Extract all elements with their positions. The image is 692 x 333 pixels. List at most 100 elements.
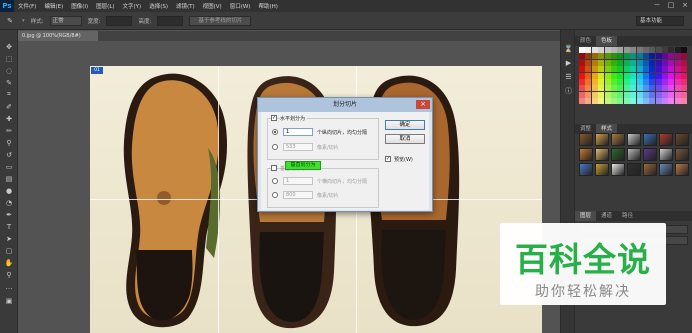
color-swatch[interactable] (649, 85, 656, 92)
color-swatch[interactable] (681, 91, 688, 98)
color-swatch[interactable] (636, 85, 643, 92)
menu-layer[interactable]: 图层(L) (92, 2, 118, 10)
color-swatch[interactable] (604, 85, 611, 92)
menu-edit[interactable]: 编辑(E) (40, 2, 67, 10)
width-field[interactable] (106, 15, 133, 26)
ok-button[interactable]: 确定 (385, 120, 425, 130)
color-swatch[interactable] (630, 59, 637, 66)
maximize-button[interactable]: □ (666, 1, 676, 10)
color-swatch[interactable] (630, 47, 637, 53)
color-swatch[interactable] (591, 98, 598, 105)
color-swatch[interactable] (674, 85, 681, 92)
color-swatch[interactable] (630, 66, 637, 73)
color-swatch[interactable] (623, 85, 630, 92)
actions-panel-icon[interactable]: ▶ (563, 58, 574, 68)
info-panel-icon[interactable]: ⓘ (563, 86, 574, 96)
color-swatch[interactable] (642, 59, 649, 66)
vertical-pixels-input[interactable]: 800 (283, 191, 313, 199)
color-swatch[interactable] (662, 72, 669, 79)
color-swatch[interactable] (642, 47, 649, 53)
history-panel-icon[interactable]: ⌛ (563, 44, 574, 54)
color-swatch[interactable] (598, 98, 605, 105)
color-swatch[interactable] (591, 91, 598, 98)
color-swatch[interactable] (630, 85, 637, 92)
color-swatch[interactable] (585, 85, 592, 92)
tab-paths[interactable]: 路径 (617, 211, 638, 221)
height-field[interactable] (157, 15, 184, 26)
color-swatch[interactable] (649, 78, 656, 85)
color-swatch[interactable] (579, 47, 585, 53)
color-swatch[interactable] (636, 47, 643, 53)
color-swatch[interactable] (610, 53, 617, 60)
menu-select[interactable]: 选择(S) (145, 2, 172, 10)
color-swatch[interactable] (662, 78, 669, 85)
shape-tool-icon[interactable]: ▢ (3, 246, 15, 255)
style-preset[interactable] (675, 148, 689, 161)
color-swatch[interactable] (681, 85, 688, 92)
color-swatch[interactable] (617, 66, 624, 73)
color-swatch[interactable] (649, 98, 656, 105)
horizontal-pixels-radio[interactable] (272, 144, 278, 150)
cancel-button[interactable]: 取消 (385, 134, 425, 144)
dialog-close-button[interactable]: × (416, 100, 430, 109)
text-tool-icon[interactable]: T (3, 222, 15, 231)
dodge-tool-icon[interactable]: ◔ (3, 198, 15, 207)
color-swatch[interactable] (655, 72, 662, 79)
style-preset[interactable] (595, 163, 609, 176)
color-swatch[interactable] (636, 98, 643, 105)
color-swatch[interactable] (681, 78, 688, 85)
color-swatch[interactable] (662, 91, 669, 98)
color-swatch[interactable] (579, 53, 585, 60)
color-swatch[interactable] (655, 47, 662, 53)
color-swatch[interactable] (579, 85, 585, 92)
color-swatch[interactable] (623, 59, 630, 66)
pen-tool-icon[interactable]: ✒ (3, 210, 15, 219)
style-preset[interactable] (579, 148, 593, 161)
color-swatch[interactable] (598, 59, 605, 66)
color-swatch[interactable] (681, 59, 688, 66)
color-swatch[interactable] (617, 91, 624, 98)
color-swatch[interactable] (591, 59, 598, 66)
close-button[interactable]: × (680, 1, 690, 10)
color-swatch[interactable] (630, 78, 637, 85)
style-select[interactable]: 正常 (49, 15, 82, 26)
style-preset[interactable] (611, 133, 625, 146)
color-swatch[interactable] (636, 66, 643, 73)
color-swatch[interactable] (649, 59, 656, 66)
color-swatch[interactable] (655, 53, 662, 60)
brush-tool-icon[interactable]: ✏ (3, 126, 15, 135)
color-swatch[interactable] (681, 66, 688, 73)
color-swatch[interactable] (674, 72, 681, 79)
color-swatch[interactable] (668, 85, 675, 92)
color-swatch[interactable] (636, 91, 643, 98)
color-swatch[interactable] (623, 47, 630, 53)
color-swatch[interactable] (642, 85, 649, 92)
style-preset[interactable] (659, 163, 673, 176)
marquee-tool-icon[interactable]: ⬚ (3, 54, 15, 63)
color-swatch[interactable] (598, 91, 605, 98)
color-swatch[interactable] (649, 66, 656, 73)
color-swatch[interactable] (598, 72, 605, 79)
eraser-tool-icon[interactable]: ▭ (3, 162, 15, 171)
color-swatch[interactable] (604, 72, 611, 79)
color-swatch[interactable] (610, 85, 617, 92)
color-swatch[interactable] (579, 91, 585, 98)
color-swatch[interactable] (655, 91, 662, 98)
style-preset[interactable] (659, 148, 673, 161)
color-swatch[interactable] (674, 47, 681, 53)
color-swatch[interactable] (591, 78, 598, 85)
zoom-tool-icon[interactable]: ⚲ (3, 270, 15, 279)
color-swatch[interactable] (674, 66, 681, 73)
minimize-button[interactable]: － (652, 1, 662, 10)
tab-swatches[interactable]: 色板 (596, 36, 618, 46)
style-preset[interactable] (659, 133, 673, 146)
crop-tool-icon[interactable]: ⌗ (3, 90, 15, 99)
color-swatch[interactable] (617, 85, 624, 92)
color-swatch[interactable] (655, 98, 662, 105)
slice-tool-icon[interactable]: ✎ (4, 16, 16, 25)
color-swatch[interactable] (585, 72, 592, 79)
color-swatch[interactable] (636, 78, 643, 85)
color-swatch[interactable] (591, 85, 598, 92)
color-swatch[interactable] (630, 91, 637, 98)
color-swatch[interactable] (623, 66, 630, 73)
